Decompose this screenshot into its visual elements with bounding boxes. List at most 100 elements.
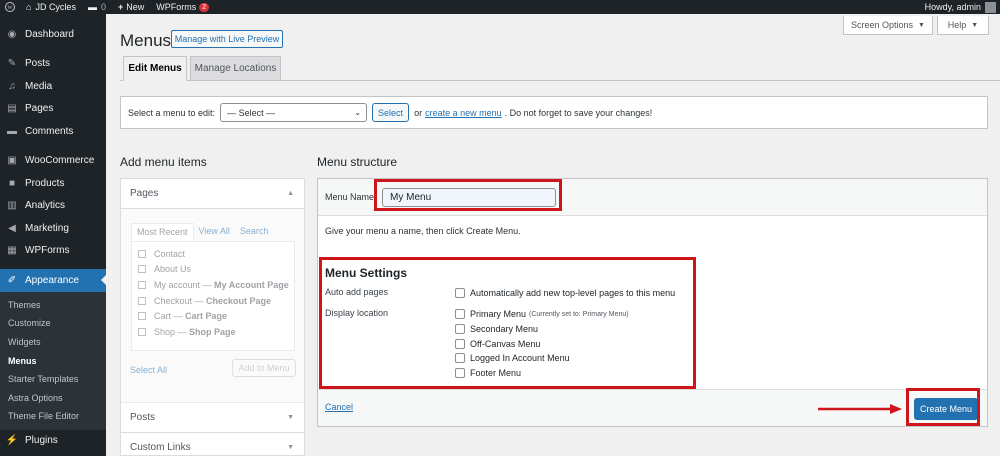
tab-edit-menus[interactable]: Edit Menus: [123, 56, 187, 81]
sidebar-item-label: Pages: [25, 103, 54, 115]
sidebar-item-plugins[interactable]: ⚡ Plugins: [0, 430, 106, 453]
site-name-label: JD Cycles: [35, 2, 76, 12]
pages-panel: Most Recent View All Search Contact Abou…: [121, 209, 304, 403]
sidebar-item-posts[interactable]: ✎ Posts: [0, 53, 106, 76]
sidebar-item-label: Products: [25, 177, 65, 189]
submenu-item-menus[interactable]: Menus: [0, 351, 106, 370]
checkbox[interactable]: [455, 324, 465, 334]
checkbox[interactable]: [455, 288, 465, 298]
list-item[interactable]: Cart — Cart Page: [132, 308, 294, 324]
submenu-item-starter-templates[interactable]: Starter Templates: [0, 370, 106, 389]
checkbox[interactable]: [455, 353, 465, 363]
sidebar-item-label: Comments: [25, 125, 74, 137]
wpforms-link[interactable]: WPForms 2: [150, 0, 215, 14]
pages-checklist: Contact About Us My account — My Account…: [131, 241, 295, 351]
select-button[interactable]: Select: [372, 103, 410, 122]
site-name-link[interactable]: ⌂ JD Cycles: [20, 0, 82, 14]
list-item[interactable]: Checkout — Checkout Page: [132, 293, 294, 309]
help-button[interactable]: Help ▼: [937, 16, 989, 35]
checkbox[interactable]: [138, 249, 146, 258]
list-item[interactable]: My account — My Account Page: [132, 277, 294, 293]
tab-view-all[interactable]: View All: [194, 223, 235, 241]
section-label: Custom Links: [130, 442, 191, 453]
list-item[interactable]: About Us: [132, 262, 294, 278]
dashboard-icon: ◉: [7, 28, 17, 40]
notification-badge: 2: [199, 2, 210, 12]
sidebar-item-woocommerce[interactable]: ▣ WooCommerce: [0, 150, 106, 173]
chevron-down-icon: ⌄: [354, 108, 362, 117]
create-new-menu-link[interactable]: create a new menu: [425, 108, 502, 118]
sidebar-item-products[interactable]: ■ Products: [0, 172, 106, 195]
location-option-footer[interactable]: Footer Menu: [455, 367, 521, 379]
sidebar-item-comments[interactable]: ▬ Comments: [0, 120, 106, 143]
tab-manage-locations[interactable]: Manage Locations: [190, 56, 281, 81]
accordion-section-custom-links[interactable]: Custom Links ▼: [121, 433, 304, 456]
cancel-link[interactable]: Cancel: [325, 402, 353, 412]
menu-select-dropdown[interactable]: — Select — ⌄: [220, 103, 368, 122]
sidebar-item-media[interactable]: ♫ Media: [0, 75, 106, 98]
wordpress-logo-icon[interactable]: W: [0, 0, 20, 14]
triangle-up-icon: ▲: [287, 190, 294, 197]
menu-select-bar: Select a menu to edit: — Select — ⌄ Sele…: [120, 96, 988, 129]
page-name: Shop —: [154, 326, 187, 337]
location-option-logged-in[interactable]: Logged In Account Menu: [455, 352, 570, 364]
sidebar-item-marketing[interactable]: ◀ Marketing: [0, 217, 106, 240]
submenu-item-widgets[interactable]: Widgets: [0, 333, 106, 352]
page-state: Shop Page: [189, 326, 236, 337]
submenu-item-theme-file-editor[interactable]: Theme File Editor: [0, 407, 106, 426]
pin-icon: ✎: [7, 58, 17, 70]
page-name: Contact: [154, 248, 186, 259]
checkbox[interactable]: [138, 280, 146, 289]
plus-icon: +: [117, 2, 124, 12]
sidebar-item-appearance[interactable]: ✐ Appearance: [0, 269, 106, 292]
caret-down-icon: ▼: [971, 21, 979, 29]
sidebar-item-wpforms[interactable]: ▦ WPForms: [0, 240, 106, 263]
manage-live-preview-button[interactable]: Manage with Live Preview: [171, 30, 283, 48]
accordion-section-posts[interactable]: Posts ▼: [121, 403, 304, 433]
user-account-menu[interactable]: Howdy, admin: [919, 0, 1000, 14]
checkbox[interactable]: [138, 327, 146, 336]
add-menu-items-accordion: Pages ▲ Most Recent View All Search Cont…: [120, 178, 305, 456]
sidebar-item-label: Posts: [25, 58, 51, 70]
sidebar-item-label: Appearance: [25, 274, 79, 286]
comments-link[interactable]: ▬ 0: [82, 0, 112, 14]
tab-search[interactable]: Search: [235, 223, 274, 241]
sidebar-item-pages[interactable]: ▤ Pages: [0, 98, 106, 121]
checkbox[interactable]: [455, 339, 465, 349]
submenu-item-themes[interactable]: Themes: [0, 296, 106, 315]
checkbox[interactable]: [138, 296, 146, 305]
sidebar-item-label: Analytics: [25, 200, 66, 212]
select-all-link[interactable]: Select All: [130, 365, 167, 375]
location-note: (Currently set to: Primary Menu): [529, 310, 629, 318]
menu-instructions: Give your menu a name, then click Create…: [325, 226, 521, 236]
checkbox[interactable]: [455, 309, 465, 319]
sidebar-item-dashboard[interactable]: ◉ Dashboard: [0, 23, 106, 46]
new-content-link[interactable]: + New: [112, 0, 150, 14]
auto-add-option[interactable]: Automatically add new top-level pages to…: [455, 287, 675, 299]
page-state: My Account Page: [214, 279, 289, 290]
checkbox[interactable]: [455, 368, 465, 378]
sidebar-item-label: WPForms: [25, 245, 70, 257]
select-menu-label: Select a menu to edit:: [128, 107, 216, 118]
screen-options-button[interactable]: Screen Options ▼: [843, 16, 933, 35]
menu-edit-panel: Menu Name My Menu Give your menu a name,…: [317, 178, 988, 427]
tab-most-recent[interactable]: Most Recent: [131, 223, 194, 241]
checkbox[interactable]: [138, 265, 146, 274]
accordion-section-pages[interactable]: Pages ▲: [121, 179, 304, 209]
list-item[interactable]: Shop — Shop Page: [132, 324, 294, 340]
submenu-item-customize[interactable]: Customize: [0, 314, 106, 333]
comments-count: 0: [100, 2, 106, 12]
location-option-primary[interactable]: Primary Menu (Currently set to: Primary …: [455, 308, 629, 320]
checkbox[interactable]: [138, 312, 146, 321]
location-option-secondary[interactable]: Secondary Menu: [455, 323, 538, 335]
location-option-off-canvas[interactable]: Off-Canvas Menu: [455, 338, 540, 350]
paintbrush-icon: ✐: [7, 274, 17, 286]
submenu-item-astra-options[interactable]: Astra Options: [0, 388, 106, 407]
menu-name-input[interactable]: My Menu: [382, 187, 557, 207]
pages-inner-tabs: Most Recent View All Search: [131, 223, 273, 241]
add-to-menu-button[interactable]: Add to Menu: [232, 359, 296, 377]
megaphone-icon: ◀: [8, 222, 16, 234]
sidebar-item-analytics[interactable]: ▥ Analytics: [0, 195, 106, 218]
create-menu-button[interactable]: Create Menu: [914, 398, 978, 420]
list-item[interactable]: Contact: [132, 246, 294, 262]
